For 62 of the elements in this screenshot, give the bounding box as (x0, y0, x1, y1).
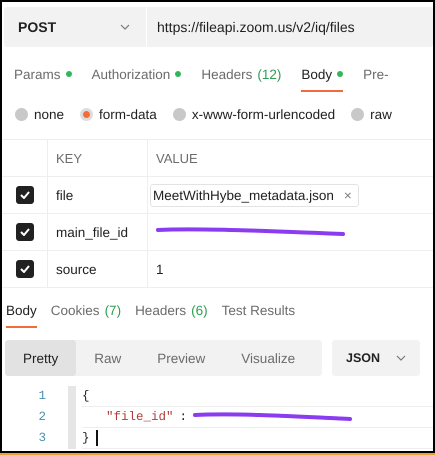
checkbox[interactable] (16, 260, 34, 278)
radio-button[interactable] (172, 108, 186, 120)
format-dropdown[interactable]: JSON (332, 340, 420, 376)
checkbox[interactable] (16, 186, 34, 204)
remove-file-button[interactable]: × (344, 188, 352, 202)
format-label: JSON (346, 351, 380, 365)
file-chip[interactable]: MeetWithHybe_metadata.json × (150, 184, 359, 206)
file-name: MeetWithHybe_metadata.json (153, 188, 334, 202)
tab[interactable]: Headers (6) (135, 300, 208, 328)
code-gutter (68, 386, 76, 449)
json-punctuation: : (180, 410, 188, 424)
checkbox[interactable] (16, 223, 34, 241)
header-cell (2, 139, 47, 177)
radio-button[interactable] (15, 108, 28, 120)
tab[interactable]: Headers (12) (201, 64, 282, 92)
tab[interactable]: Cookies (7) (50, 300, 122, 328)
tab[interactable]: Body (6, 300, 37, 328)
json-punctuation: { (82, 389, 90, 403)
radio-option[interactable]: none (15, 105, 64, 123)
key-cell: main_file_id (56, 224, 128, 240)
radio-option[interactable]: x-www-form-urlencoded (172, 105, 336, 123)
status-dot (66, 71, 72, 77)
view-tab[interactable]: Preview (139, 340, 224, 376)
radio-option[interactable]: raw (351, 105, 392, 123)
method-label: POST (18, 19, 56, 35)
radio-label: none (34, 106, 64, 122)
line-number: 3 (38, 430, 46, 447)
view-tab[interactable]: Raw (76, 340, 140, 376)
method-dropdown[interactable]: POST (4, 7, 147, 47)
tab-count: (12) (257, 66, 282, 82)
json-key: "file_id" (106, 410, 174, 424)
tab-count: (6) (191, 302, 208, 318)
status-dot (175, 71, 182, 77)
radio-option[interactable]: form-data (80, 105, 157, 123)
chevron-down-icon (396, 355, 406, 361)
url-field[interactable]: https://fileapi.zoom.us/v2/iq/files (147, 7, 355, 47)
tab[interactable]: Body (301, 64, 344, 92)
column-header: KEY (47, 139, 147, 177)
tab[interactable]: Authorization (92, 64, 182, 92)
radio-label: x-www-form-urlencoded (192, 106, 336, 122)
tab-count: (7) (104, 302, 122, 318)
checkmark-icon (20, 191, 30, 199)
key-cell: file (56, 188, 74, 202)
checkmark-icon (20, 265, 30, 273)
column-header: VALUE (147, 139, 433, 177)
view-tab[interactable]: Visualize (223, 340, 314, 376)
checkmark-icon (20, 228, 30, 236)
tab[interactable]: Test Results (222, 300, 296, 328)
radio-button[interactable] (80, 108, 94, 120)
radio-label: form-data (99, 106, 157, 122)
status-dot (337, 71, 344, 77)
line-number: 2 (38, 409, 46, 426)
key-cell: source (56, 262, 97, 276)
value-cell: 1 (156, 262, 164, 276)
json-punctuation: } (82, 431, 90, 445)
line-number: 1 (38, 388, 46, 405)
radio-button[interactable] (351, 108, 364, 120)
chevron-down-icon (120, 24, 130, 30)
view-tab[interactable]: Pretty (5, 340, 76, 376)
tab[interactable]: Params (14, 64, 72, 92)
radio-label: raw (370, 106, 392, 122)
tab[interactable]: Pre- (363, 64, 389, 92)
